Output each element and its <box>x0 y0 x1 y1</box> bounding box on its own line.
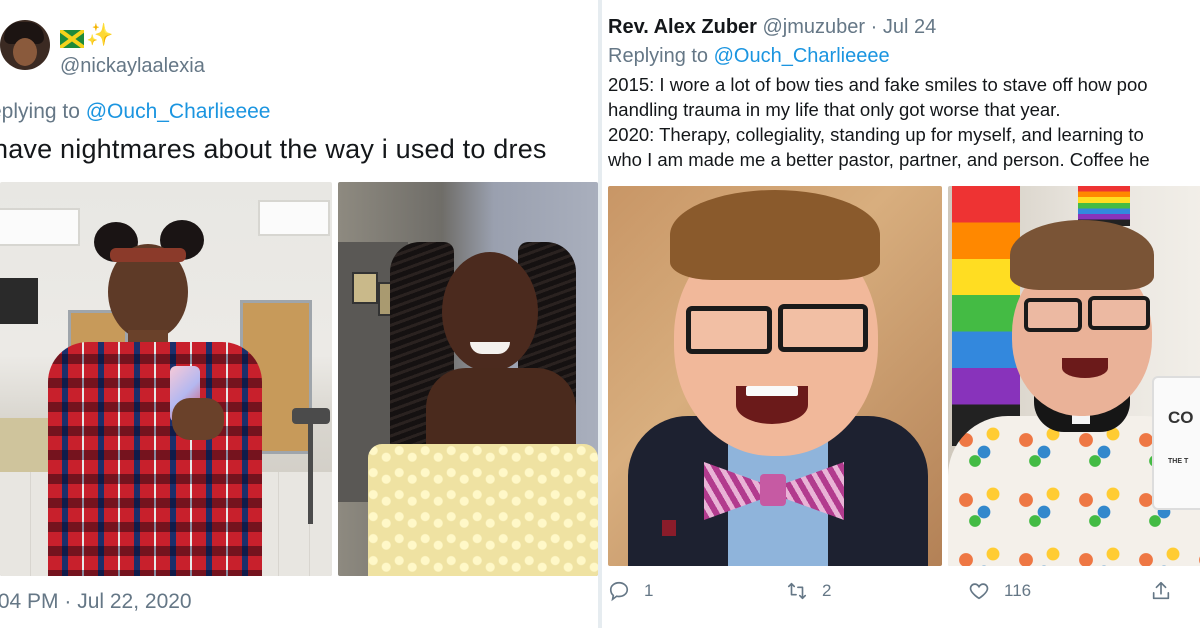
share-action[interactable] <box>1150 580 1186 602</box>
replying-to-mention[interactable]: @Ouch_Charlieeee <box>714 45 890 67</box>
tweet-date[interactable]: Jul 24 <box>883 16 936 38</box>
like-action[interactable]: 116 <box>968 580 1031 602</box>
replying-to: Replying to @Ouch_Charlieeee <box>608 45 890 68</box>
retweet-action[interactable]: 2 <box>786 580 831 602</box>
tweet-timestamp[interactable]: :04 PM · Jul 22, 2020 <box>0 590 192 614</box>
tweet-text-line: who I am made me a better pastor, partne… <box>608 149 1150 170</box>
user-handle[interactable]: @nickaylaalexia <box>60 55 205 78</box>
tweet-photo-4[interactable]: CO THE T <box>948 186 1200 566</box>
bow-tie-knot <box>760 474 786 506</box>
right-tweet: Rev. Alex Zuber @jmuzuber · Jul 24 Reply… <box>598 0 1200 628</box>
display-name[interactable]: Rev. Alex Zuber <box>608 16 757 38</box>
smile <box>470 342 510 354</box>
tweet-text: have nightmares about the way i used to … <box>0 134 547 164</box>
tweet-photo-1[interactable] <box>0 182 332 576</box>
reply-action[interactable]: 1 <box>608 580 653 602</box>
replying-to: eplying to @Ouch_Charlieeee <box>0 100 271 124</box>
rainbow-stole <box>952 186 1020 446</box>
replying-to-label: eplying to <box>0 100 80 123</box>
stool-leg <box>308 424 313 524</box>
share-icon <box>1152 581 1170 600</box>
tweet-header: Rev. Alex Zuber @jmuzuber · Jul 24 <box>608 16 936 39</box>
headband <box>110 248 186 262</box>
retweet-icon <box>787 582 807 600</box>
reply-count: 1 <box>644 581 654 600</box>
mug-text: CO <box>1168 408 1194 427</box>
avatar-face <box>13 38 37 66</box>
tweet-text-line: 2015: I wore a lot of bow ties and fake … <box>608 74 1148 95</box>
hair <box>670 190 880 280</box>
glasses-lens <box>686 306 772 354</box>
replying-to-label: Replying to <box>608 45 714 67</box>
jamaica-flag-icon <box>60 30 84 48</box>
lapel-pin <box>662 520 676 536</box>
mouth <box>1062 358 1108 378</box>
separator: · <box>870 16 878 38</box>
yellow-dress <box>368 444 598 576</box>
hand <box>172 398 224 440</box>
sparkles-icon: ✨ <box>86 22 114 47</box>
stool <box>292 408 330 424</box>
ceiling-light <box>258 200 330 236</box>
teeth <box>746 386 798 396</box>
wall-tv <box>0 278 38 324</box>
mug-small-text: THE T <box>1168 458 1189 465</box>
heart-icon <box>969 583 989 600</box>
avatar[interactable] <box>0 20 50 70</box>
hair <box>1010 220 1154 290</box>
glasses-lens <box>778 304 868 352</box>
ceiling-light <box>0 208 80 246</box>
frame <box>352 272 378 304</box>
glasses-lens <box>1024 298 1082 332</box>
coffee-mug: CO THE T <box>1152 376 1200 510</box>
tweet-text-line: 2020: Therapy, collegiality, standing up… <box>608 124 1144 145</box>
glasses-lens <box>1088 296 1150 330</box>
tweet-photo-3[interactable] <box>608 186 942 566</box>
user-handle[interactable]: @jmuzuber <box>763 16 866 38</box>
replying-to-mention[interactable]: @Ouch_Charlieeee <box>86 100 271 123</box>
reply-icon <box>609 581 629 602</box>
face <box>442 252 538 372</box>
plaid-shirt <box>48 342 262 576</box>
tweet-photo-2[interactable] <box>338 182 598 576</box>
retweet-count: 2 <box>822 581 832 600</box>
left-tweet: ✨ @nickaylaalexia eplying to @Ouch_Charl… <box>0 0 598 628</box>
tweet-actions: 1 2 116 <box>602 580 1200 610</box>
like-count: 116 <box>1004 581 1032 600</box>
tweet-text-line: handling trauma in my life that only got… <box>608 99 1061 120</box>
